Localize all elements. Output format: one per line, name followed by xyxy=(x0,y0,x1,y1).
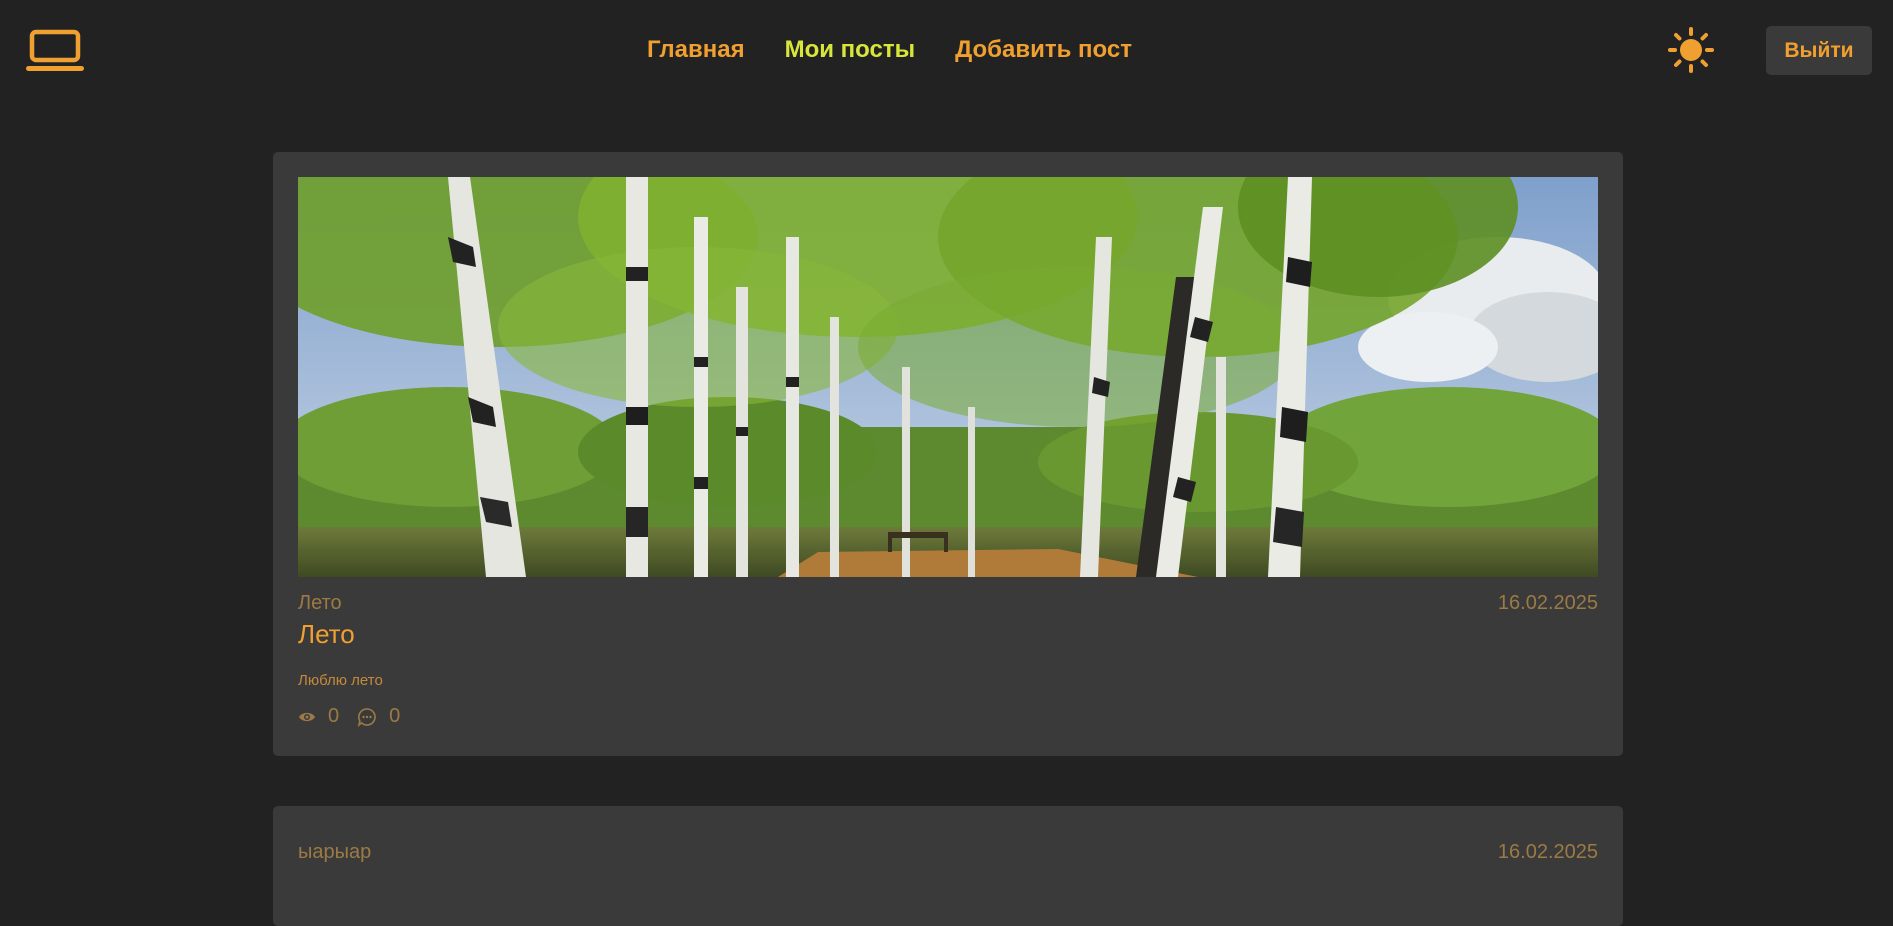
post-date: 16.02.2025 xyxy=(1497,592,1598,614)
views-stat: 0 xyxy=(298,705,339,728)
sun-icon[interactable] xyxy=(1668,27,1714,73)
comments-stat: 0 xyxy=(357,705,400,728)
post-category: Лето xyxy=(298,592,342,614)
post-date: 16.02.2025 xyxy=(1497,841,1598,863)
post-image[interactable] xyxy=(298,177,1598,577)
birch-grove-image xyxy=(298,177,1598,577)
nav-link-add-post[interactable]: Добавить пост xyxy=(955,35,1132,65)
nav-link-my-posts[interactable]: Мои посты xyxy=(785,35,916,65)
post-card[interactable]: ыарыар 16.02.2025 xyxy=(273,806,1623,926)
main-nav: Главная Мои посты Добавить пост xyxy=(647,35,1132,65)
post-title[interactable]: Лето xyxy=(298,619,355,650)
post-stats: 0 0 xyxy=(298,705,418,728)
header: Главная Мои посты Добавить пост Выйти xyxy=(0,0,1893,100)
comment-icon xyxy=(357,707,376,727)
nav-link-home[interactable]: Главная xyxy=(647,35,745,65)
post-card[interactable]: Лето 16.02.2025 Лето Люблю лето 0 0 xyxy=(273,152,1623,756)
logout-button[interactable]: Выйти xyxy=(1766,26,1872,75)
laptop-icon[interactable] xyxy=(25,29,85,73)
post-category: ыарыар xyxy=(298,841,372,863)
views-count: 0 xyxy=(328,705,340,727)
eye-icon xyxy=(299,712,315,721)
comments-count: 0 xyxy=(389,705,401,727)
post-description: Люблю лето xyxy=(298,672,383,689)
